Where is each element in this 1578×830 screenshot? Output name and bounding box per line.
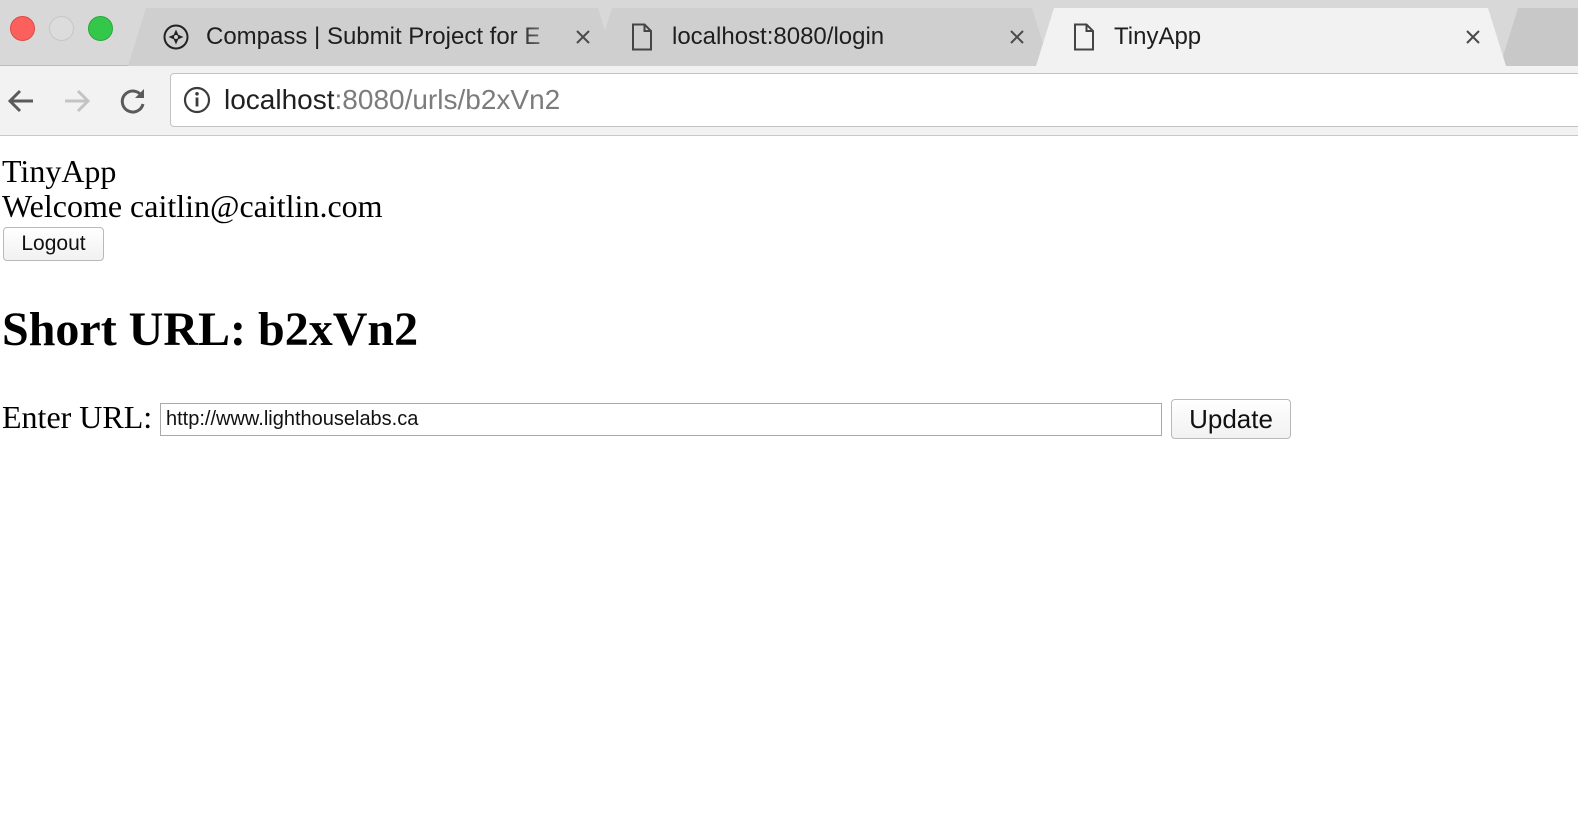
reload-icon (120, 89, 145, 114)
url-input[interactable] (160, 403, 1162, 436)
page-title: Short URL: b2xVn2 (2, 303, 419, 356)
arrow-right-icon (65, 89, 91, 113)
tab-compass[interactable]: Compass | Submit Project for E (128, 8, 616, 66)
info-icon[interactable] (182, 85, 212, 115)
page-content: TinyApp Welcome caitlin@caitlin.com Logo… (0, 137, 1578, 830)
url-field-label: Enter URL: (2, 399, 153, 435)
arrow-left-icon (7, 89, 33, 113)
tab-close-icon[interactable] (1462, 26, 1484, 48)
forward-button[interactable] (60, 84, 94, 118)
reload-button[interactable] (116, 84, 150, 118)
document-icon (1070, 23, 1098, 51)
address-path: :8080/urls/b2xVn2 (334, 84, 561, 115)
logout-button[interactable]: Logout (3, 227, 104, 261)
tab-title: Compass | Submit Project for E (206, 23, 541, 50)
tab-close-icon[interactable] (1006, 26, 1028, 48)
address-bar[interactable]: localhost:8080/urls/b2xVn2 (170, 73, 1578, 127)
back-button[interactable] (4, 84, 38, 118)
tab-title: TinyApp (1114, 23, 1202, 50)
tab-tinyapp[interactable]: TinyApp (1036, 8, 1506, 66)
tab-strip: Compass | Submit Project for E localhost… (0, 0, 1578, 66)
address-host: localhost (224, 84, 335, 115)
tab-title: localhost:8080/login (672, 23, 885, 50)
document-icon (628, 23, 656, 51)
app-brand: TinyApp (2, 153, 117, 189)
window-close-button[interactable] (10, 16, 35, 41)
window-minimize-button[interactable] (49, 16, 74, 41)
tab-close-icon[interactable] (572, 26, 594, 48)
new-tab-button[interactable] (1500, 8, 1578, 66)
tab-login[interactable]: localhost:8080/login (594, 8, 1050, 66)
window-maximize-button[interactable] (88, 16, 113, 41)
welcome-message: Welcome caitlin@caitlin.com (2, 188, 383, 224)
address-url: localhost:8080/urls/b2xVn2 (224, 84, 560, 116)
update-button[interactable]: Update (1171, 399, 1291, 439)
compass-icon (162, 23, 190, 51)
browser-toolbar: localhost:8080/urls/b2xVn2 (0, 66, 1578, 136)
